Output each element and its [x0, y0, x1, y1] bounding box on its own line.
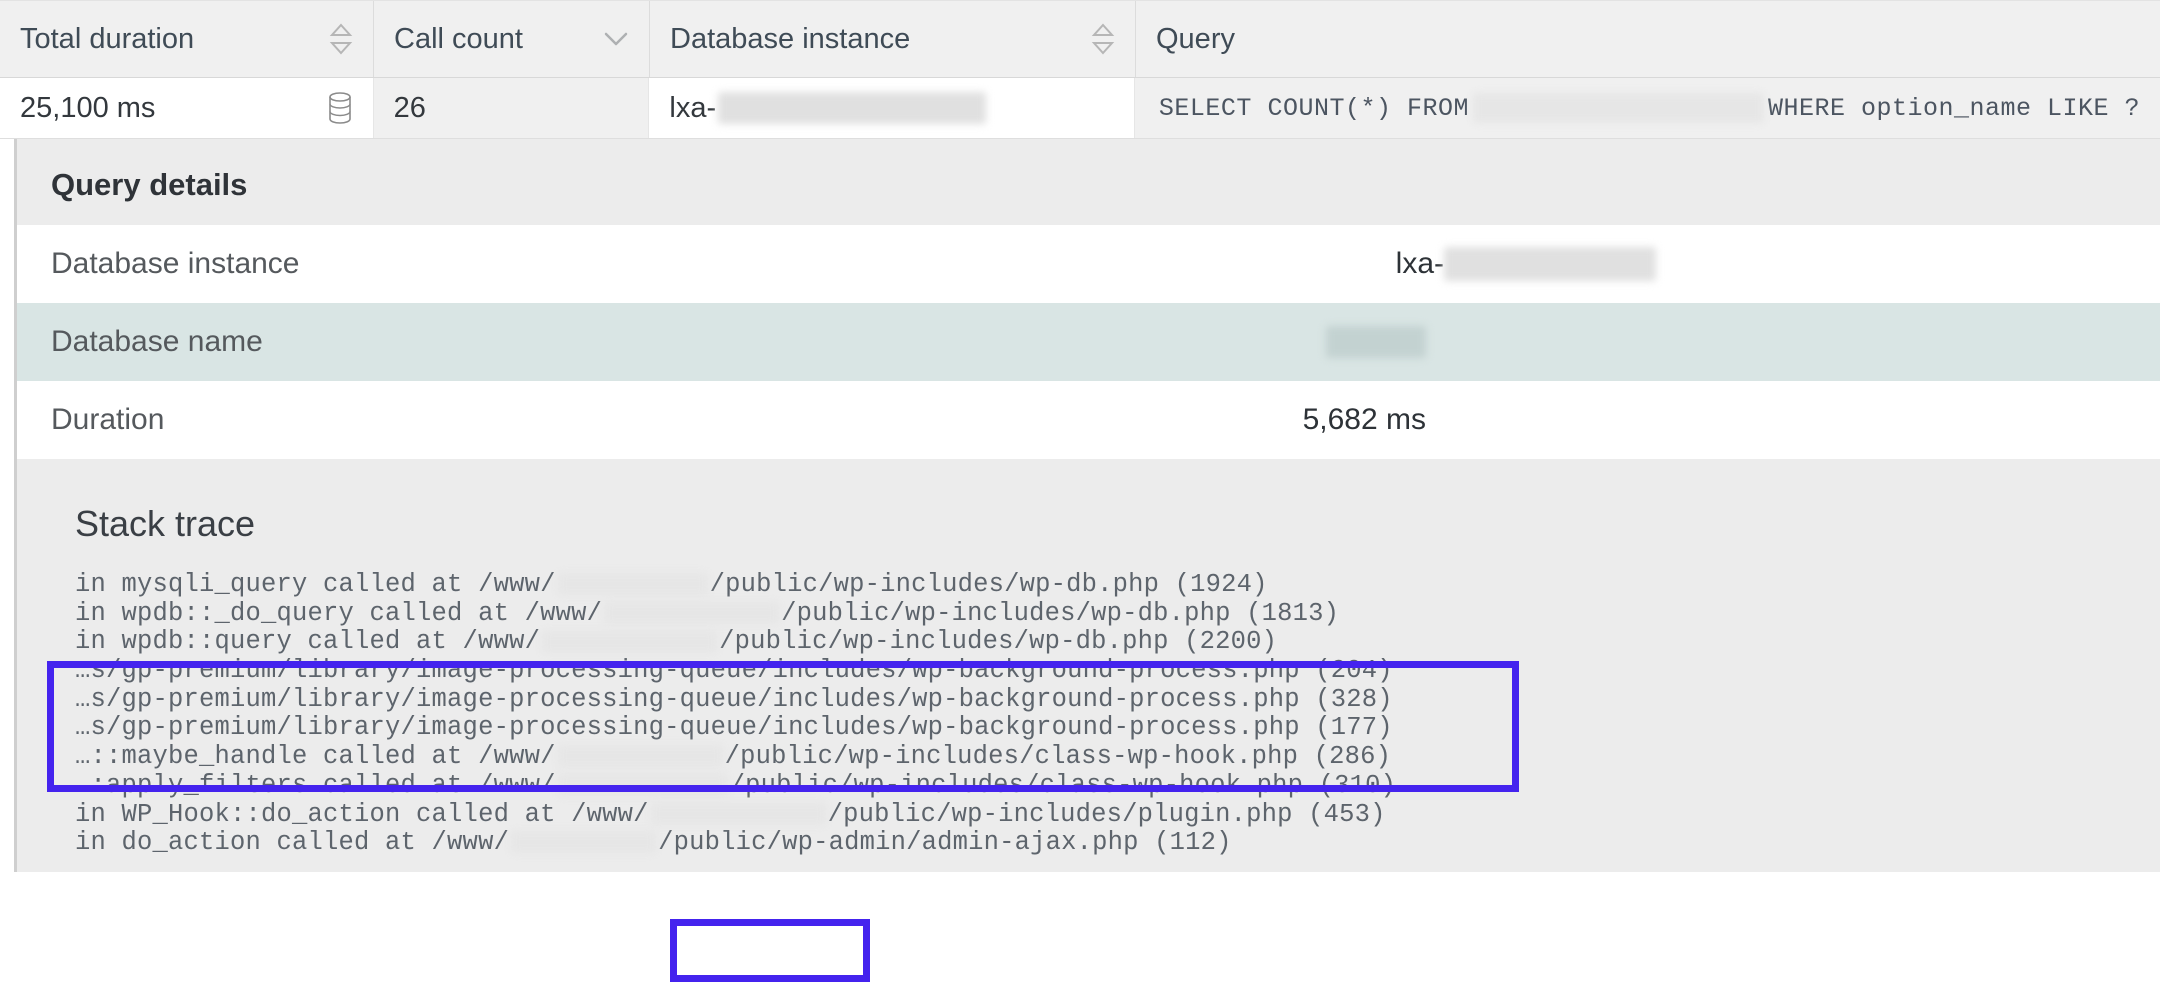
stack-trace-line: …s/gp-premium/library/image-processing-q…: [75, 714, 2160, 743]
stack-trace-line-prefix: …s/gp-premium/library/image-processing-q…: [75, 685, 1393, 714]
query-details-title: Query details: [17, 139, 2160, 225]
stack-trace-line-suffix: /public/wp-includes/wp-db.php (1924): [710, 570, 1268, 599]
redacted-database-name: [1326, 326, 1426, 358]
stack-trace-line-suffix: /public/wp-includes/class-wp-hook.php (2…: [725, 742, 1392, 771]
cell-call-count-value: 26: [394, 92, 426, 125]
stack-trace-line: …:apply_filters called at /www/ /public/w…: [75, 772, 2160, 801]
stack-trace-title: Stack trace: [75, 503, 2160, 545]
cell-query-sql-part2: WHERE option_name LIKE ?: [1768, 94, 2140, 123]
detail-row-database-instance: Database instance lxa-: [17, 225, 2160, 303]
detail-key-database-instance: Database instance: [51, 247, 300, 281]
redacted-table-name: [1473, 93, 1764, 123]
chevron-down-icon[interactable]: [585, 29, 629, 49]
stack-trace-line: …::maybe_handle called at /www/ /public/w…: [75, 743, 2160, 772]
stack-trace-line-suffix: /public/wp-includes/wp-db.php (1813): [781, 599, 1339, 628]
stack-trace-line-prefix: in wpdb::_do_query called at /www/: [75, 599, 602, 628]
redacted-path-segment: [558, 573, 708, 595]
stack-trace-line: in do_action called at /www/ /public/wp-a…: [75, 829, 2160, 858]
cell-query: SELECT COUNT(*) FROM WHERE option_name L…: [1135, 78, 2160, 138]
column-header-query-label: Query: [1156, 23, 1235, 56]
redacted-path-segment: [511, 831, 656, 853]
admin-ajax-highlight-box: [670, 919, 870, 982]
table-header-row: Total duration Call count Database: [0, 0, 2160, 78]
stack-trace-line: …s/gp-premium/library/image-processing-q…: [75, 657, 2160, 686]
sort-updown-icon[interactable]: [1073, 22, 1115, 56]
detail-value-database-instance: lxa-: [1396, 247, 2126, 281]
stack-trace-line: in wpdb::_do_query called at /www/ /publi…: [75, 600, 2160, 629]
detail-value-database-instance-text: lxa-: [1396, 247, 1444, 281]
detail-value-database-name: [1326, 326, 2126, 358]
column-header-call-count-label: Call count: [394, 23, 523, 56]
stack-trace-line-prefix: in wpdb::query called at /www/: [75, 627, 540, 656]
stack-trace-line-prefix: …s/gp-premium/library/image-processing-q…: [75, 656, 1393, 685]
stack-trace-line-prefix: …s/gp-premium/library/image-processing-q…: [75, 713, 1393, 742]
stack-trace-line-suffix: /public/wp-includes/plugin.php (453): [828, 800, 1386, 829]
detail-row-database-name: Database name: [17, 303, 2160, 381]
stack-trace-line: in WP_Hook::do_action called at /www/ /pu…: [75, 801, 2160, 830]
detail-value-duration: 5,682 ms: [1303, 403, 2126, 437]
stack-trace-line: in wpdb::query called at /www/ /public/wp…: [75, 628, 2160, 657]
detail-key-duration: Duration: [51, 403, 164, 437]
cell-database-instance-value: lxa-: [669, 92, 716, 125]
stack-trace-line-prefix: in WP_Hook::do_action called at /www/: [75, 800, 649, 829]
query-details-panel: Query details Database instance lxa- Dat…: [14, 139, 2160, 872]
stack-trace-line-prefix: in mysqli_query called at /www/: [75, 570, 556, 599]
column-header-database-instance-label: Database instance: [670, 23, 910, 56]
stack-trace-lines: in mysqli_query called at /www/ /public/w…: [75, 571, 2160, 858]
database-icon: [327, 91, 353, 125]
stack-trace-line: …s/gp-premium/library/image-processing-q…: [75, 686, 2160, 715]
results-table: Total duration Call count Database: [0, 0, 2160, 139]
detail-row-duration: Duration 5,682 ms: [17, 381, 2160, 459]
stack-trace-line-suffix: /public/wp-admin/admin-ajax.php (112): [658, 828, 1232, 857]
stack-trace-line-prefix: …::maybe_handle called at /www/: [75, 742, 556, 771]
cell-call-count: 26: [374, 78, 650, 138]
redacted-path-segment: [651, 803, 826, 825]
redacted-database-instance: [718, 92, 986, 124]
stack-trace-section: Stack trace in mysqli_query called at /w…: [17, 459, 2160, 872]
stack-trace-line: in mysqli_query called at /www/ /public/w…: [75, 571, 2160, 600]
redacted-path-segment: [604, 602, 779, 624]
column-header-query[interactable]: Query: [1136, 1, 2160, 77]
column-header-total-duration-label: Total duration: [20, 23, 194, 56]
stack-trace-line-suffix: /public/wp-includes/class-wp-hook.php (3…: [730, 771, 1397, 800]
detail-key-database-name: Database name: [51, 325, 263, 359]
redacted-path-segment: [542, 631, 717, 653]
cell-database-instance: lxa-: [649, 78, 1135, 138]
stack-trace-line-prefix: …:apply_filters called at /www/: [75, 771, 556, 800]
cell-total-duration: 25,100 ms: [0, 78, 374, 138]
column-header-database-instance[interactable]: Database instance: [650, 1, 1136, 77]
sort-updown-icon[interactable]: [311, 22, 353, 56]
stack-trace-line-suffix: /public/wp-includes/wp-db.php (2200): [719, 627, 1277, 656]
redacted-path-segment: [558, 774, 728, 796]
redacted-path-segment: [558, 745, 723, 767]
stack-trace-line-prefix: in do_action called at /www/: [75, 828, 509, 857]
column-header-total-duration[interactable]: Total duration: [0, 1, 374, 77]
column-header-call-count[interactable]: Call count: [374, 1, 650, 77]
query-analysis-panel: Total duration Call count Database: [0, 0, 2160, 1002]
cell-total-duration-value: 25,100 ms: [20, 92, 155, 125]
table-row[interactable]: 25,100 ms 26 lxa- SELECT COUNT: [0, 78, 2160, 139]
redacted-database-instance-detail: [1444, 247, 1656, 281]
cell-query-sql-part1: SELECT COUNT(*) FROM: [1159, 94, 1469, 123]
